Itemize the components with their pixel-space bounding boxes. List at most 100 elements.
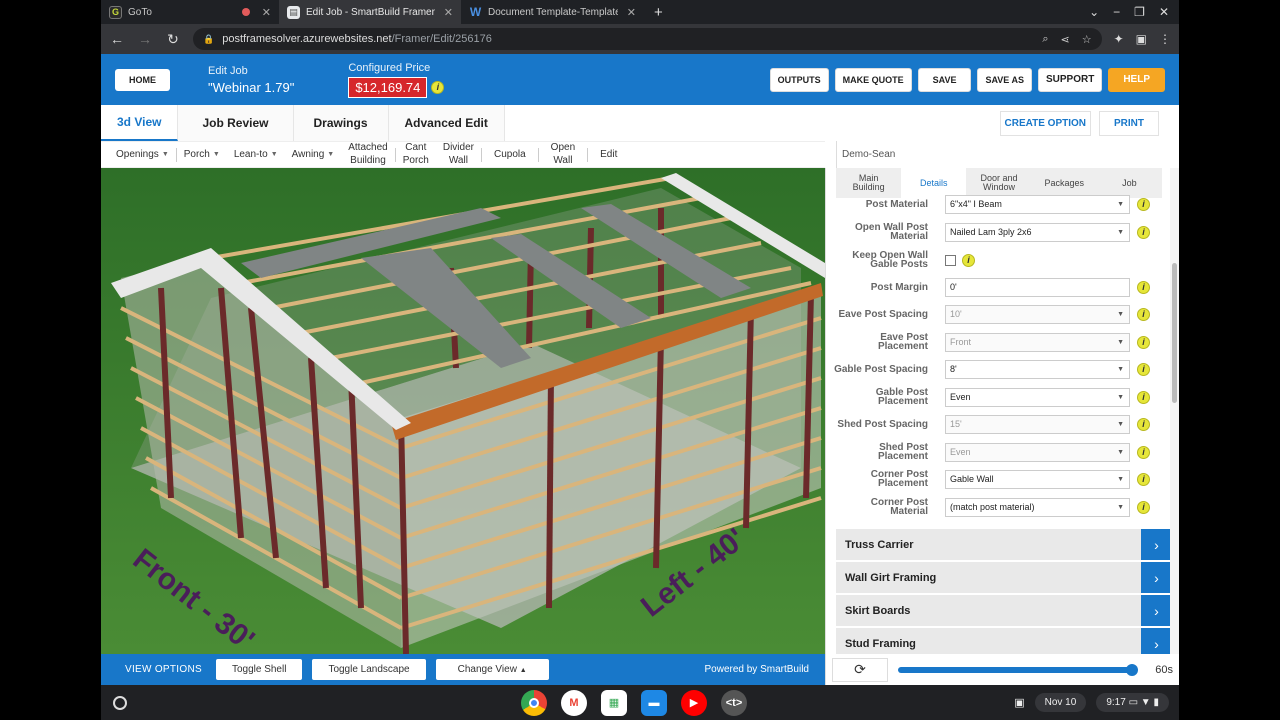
chevron-down-icon[interactable]: ⌄ <box>1089 5 1099 19</box>
playback-bar: ⟳ 60s <box>825 654 1179 685</box>
info-icon[interactable]: i <box>962 253 975 267</box>
chevron-right-icon[interactable]: › <box>1141 529 1172 560</box>
field-row: Shed Post Spacing 15' ▼ i <box>826 412 1166 436</box>
cant-porch-button[interactable]: Cant Porch <box>396 143 436 166</box>
skirt-boards-section[interactable]: Skirt Boards › <box>836 595 1172 626</box>
scrollbar-track[interactable] <box>1170 168 1179 654</box>
close-window-icon[interactable]: ✕ <box>1159 5 1169 19</box>
save-as-button[interactable]: SAVE AS <box>977 67 1032 92</box>
help-button[interactable]: HELP <box>1108 67 1165 92</box>
launcher-icon[interactable] <box>113 695 127 710</box>
info-icon[interactable]: i <box>1137 472 1150 486</box>
tab-advanced-edit[interactable]: Advanced Edit <box>388 105 505 141</box>
address-bar: ← → ↻ 🔒 postframesolver.azurewebsites.ne… <box>101 24 1179 54</box>
info-icon[interactable]: i <box>1137 197 1150 211</box>
save-button[interactable]: SAVE <box>917 67 972 92</box>
browser-tab-document[interactable]: W Document Template-Template ( ✕ <box>461 0 644 24</box>
edit-button[interactable]: Edit <box>588 149 629 160</box>
info-icon[interactable]: i <box>1137 335 1150 349</box>
restore-icon[interactable]: ❐ <box>1134 5 1145 19</box>
status-pill[interactable]: 9:17 ▭ ▼ ▮ <box>1096 693 1169 712</box>
attached-building-button[interactable]: Attached Building <box>341 143 394 166</box>
info-icon[interactable]: i <box>1137 500 1150 514</box>
tab-drawings[interactable]: Drawings <box>293 105 389 141</box>
cupola-button[interactable]: Cupola <box>482 149 538 160</box>
wall-girt-framing-section[interactable]: Wall Girt Framing › <box>836 562 1172 593</box>
zoom-icon[interactable]: ⌕ <box>1042 33 1048 46</box>
info-icon[interactable]: i <box>431 80 445 94</box>
close-icon[interactable]: ✕ <box>627 6 636 19</box>
new-tab-icon[interactable]: + <box>654 4 663 21</box>
field-select[interactable]: Gable Wall ▼ <box>945 469 1130 489</box>
change-view-button[interactable]: Change View ▲ <box>435 659 549 680</box>
reload-icon[interactable]: ↻ <box>165 31 181 48</box>
info-icon[interactable]: i <box>1137 445 1150 459</box>
browser-tab-goto[interactable]: G GoTo ✕ <box>101 0 279 24</box>
divider-wall-button[interactable]: Divider Wall <box>436 143 481 166</box>
browser-tabbar: G GoTo ✕ ▤ Edit Job - SmartBuild Framer … <box>101 0 1179 24</box>
toggle-shell-button[interactable]: Toggle Shell <box>215 659 303 680</box>
toggle-landscape-button[interactable]: Toggle Landscape <box>312 659 426 680</box>
playback-slider[interactable] <box>898 663 1138 676</box>
slider-knob[interactable] <box>1126 663 1138 676</box>
field-row: Gable Post Spacing 8' ▼ i <box>826 357 1166 381</box>
field-select[interactable]: 0' <box>945 277 1130 297</box>
gmail-icon[interactable]: M <box>561 689 587 716</box>
files-icon[interactable]: ▬ <box>641 689 667 716</box>
screenshot-icon[interactable]: ▣ <box>1014 696 1024 709</box>
tab-3d-view[interactable]: 3d View <box>101 105 179 141</box>
field-select[interactable]: 8' ▼ <box>945 359 1130 379</box>
calendar-icon[interactable]: ▦ <box>601 689 627 716</box>
keep-gable-posts-checkbox[interactable] <box>945 254 956 266</box>
back-icon[interactable]: ← <box>109 31 125 47</box>
close-icon[interactable]: ✕ <box>444 6 453 19</box>
info-icon[interactable]: i <box>1137 390 1150 404</box>
leanto-menu[interactable]: Lean-to ▼ <box>227 149 285 160</box>
close-icon[interactable]: ✕ <box>262 6 271 19</box>
menu-icon[interactable]: ⋮ <box>1159 32 1171 46</box>
field-select[interactable]: (match post material) ▼ <box>945 497 1130 517</box>
info-icon[interactable]: i <box>1137 307 1150 321</box>
minimize-icon[interactable]: − <box>1113 5 1120 19</box>
browser-tab-edit-job[interactable]: ▤ Edit Job - SmartBuild Framer ✕ <box>279 0 461 24</box>
porch-menu[interactable]: Porch ▼ <box>177 149 227 160</box>
create-option-button[interactable]: CREATE OPTION <box>999 110 1091 136</box>
scrollbar-thumb[interactable] <box>1172 263 1177 403</box>
terminal-icon[interactable]: <t> <box>721 689 747 716</box>
field-select[interactable]: Nailed Lam 3ply 2x6 ▼ <box>945 222 1130 242</box>
info-icon[interactable]: i <box>1137 225 1150 239</box>
field-label: Post Material <box>826 199 936 209</box>
tab-job-review[interactable]: Job Review <box>178 105 294 141</box>
chevron-right-icon[interactable]: › <box>1141 562 1172 593</box>
sidepanel-icon[interactable]: ▣ <box>1136 32 1147 46</box>
stud-framing-section[interactable]: Stud Framing › <box>836 628 1172 654</box>
chevron-right-icon[interactable]: › <box>1141 628 1172 654</box>
info-icon[interactable]: i <box>1137 280 1150 294</box>
date-pill[interactable]: Nov 10 <box>1034 693 1087 712</box>
refresh-icon[interactable]: ⟳ <box>832 657 888 682</box>
print-button[interactable]: PRINT <box>1099 110 1159 136</box>
info-icon[interactable]: i <box>1137 417 1150 431</box>
url-field[interactable]: 🔒 postframesolver.azurewebsites.net/Fram… <box>193 28 1102 50</box>
info-icon[interactable]: i <box>1137 362 1150 376</box>
openings-menu[interactable]: Openings ▼ <box>109 149 176 160</box>
job-name: "Webinar 1.79" <box>208 79 295 95</box>
awning-menu[interactable]: Awning ▼ <box>285 149 342 160</box>
tab-label: Edit Job - SmartBuild Framer <box>306 6 435 18</box>
youtube-icon[interactable]: ▶ <box>681 689 707 716</box>
open-wall-button[interactable]: Open Wall <box>539 143 587 166</box>
star-icon[interactable]: ☆ <box>1082 33 1092 46</box>
truss-carrier-section[interactable]: Truss Carrier › <box>836 529 1172 560</box>
home-button[interactable]: HOME <box>115 68 170 91</box>
extensions-icon[interactable]: ✦ <box>1114 32 1124 46</box>
outputs-button[interactable]: OUTPUTS <box>769 67 829 92</box>
make-quote-button[interactable]: MAKE QUOTE <box>834 67 912 92</box>
field-select[interactable]: 6"x4" I Beam ▼ <box>945 194 1130 214</box>
3d-viewport[interactable]: Front - 30' Left - 40' <box>101 168 825 654</box>
forward-icon[interactable]: → <box>137 31 153 47</box>
field-select[interactable]: Even ▼ <box>945 387 1130 407</box>
support-button[interactable]: SUPPORT <box>1037 67 1103 92</box>
share-icon[interactable]: ⋖ <box>1061 33 1070 46</box>
chrome-icon[interactable] <box>521 689 547 716</box>
chevron-right-icon[interactable]: › <box>1141 595 1172 626</box>
